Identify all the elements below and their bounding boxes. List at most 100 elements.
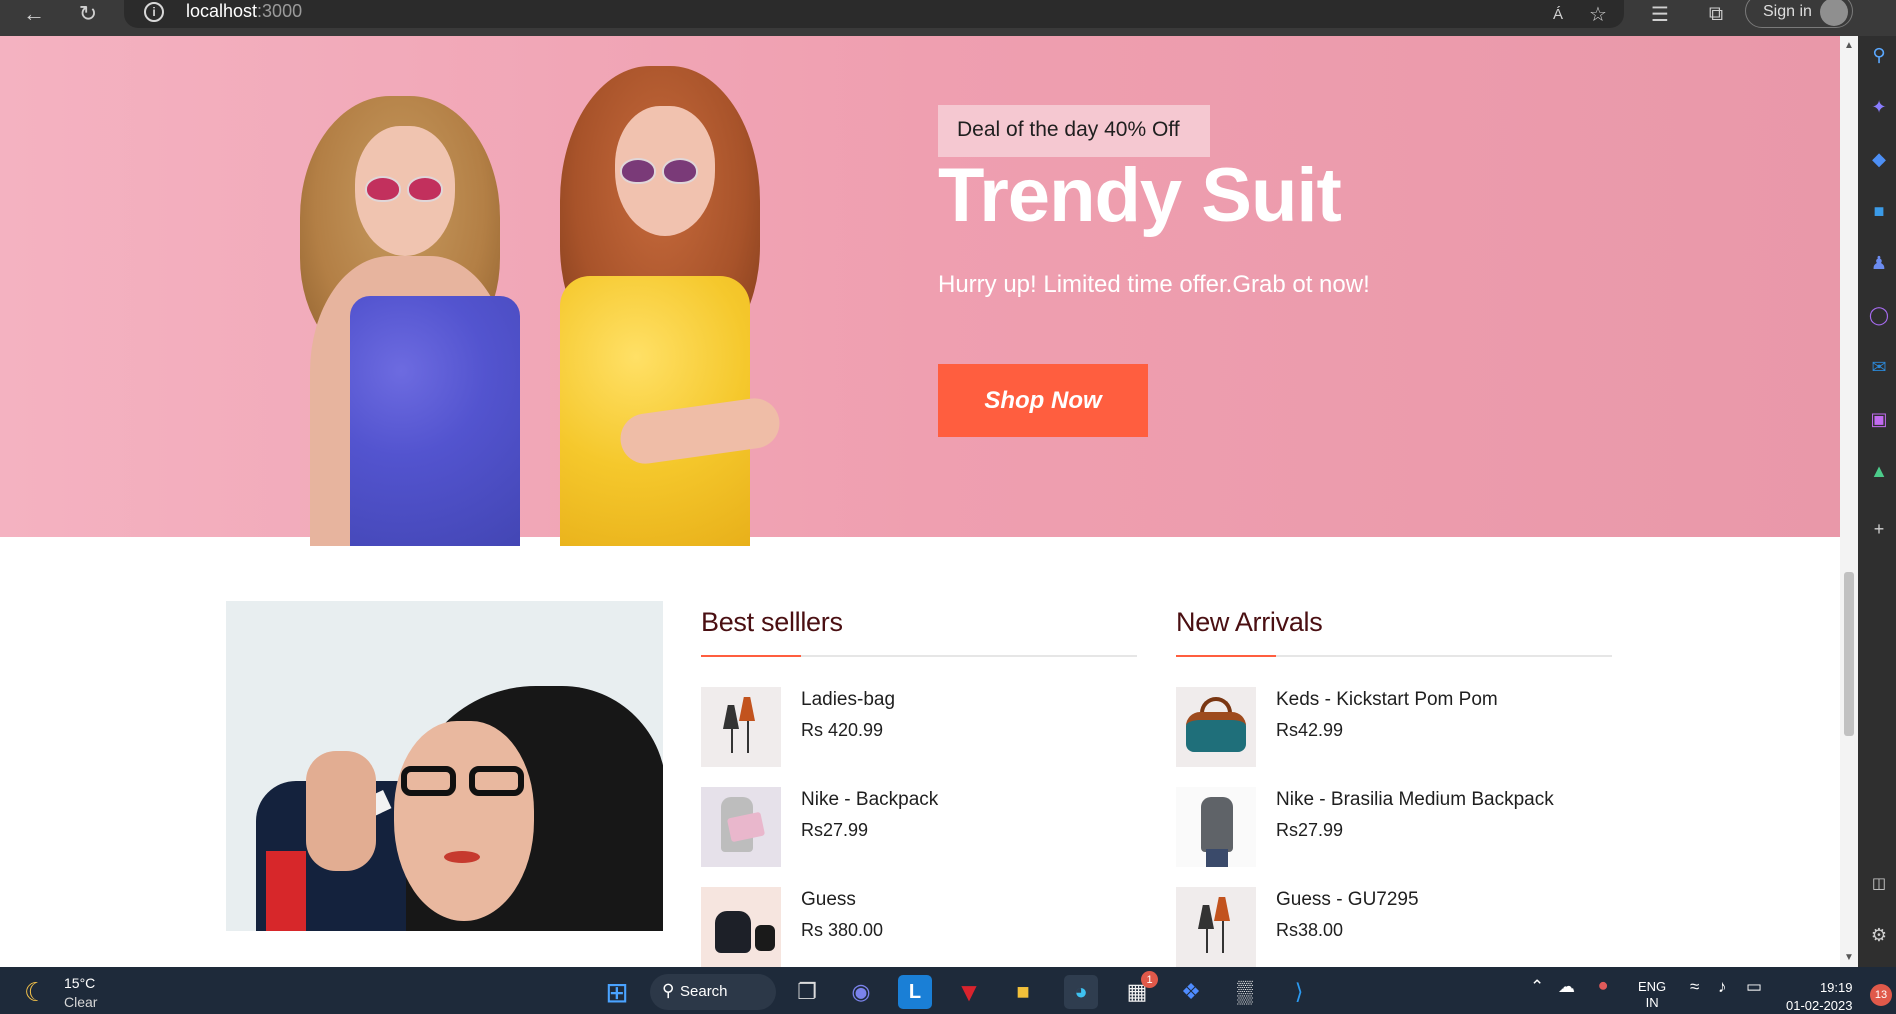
product-thumbnail[interactable] — [701, 787, 781, 867]
store-badge: 1 — [1141, 971, 1158, 988]
battery-icon[interactable]: ▭ — [1746, 977, 1762, 997]
search-icon: ⚲ — [662, 981, 675, 1000]
search-icon[interactable]: ⚲ — [1866, 42, 1892, 68]
chevron-up-icon[interactable]: ⌃ — [1530, 977, 1544, 997]
microphone-icon[interactable]: ⚫ — [1596, 977, 1610, 997]
hero-title: Trendy Suit — [938, 153, 1342, 238]
designer-icon[interactable]: ▣ — [1866, 406, 1892, 432]
settings-icon[interactable]: ⚙ — [1866, 922, 1892, 948]
promo-model-image — [226, 601, 663, 931]
file-explorer-icon[interactable]: ■ — [1006, 975, 1040, 1009]
weather-temperature: 15°C — [64, 975, 96, 991]
product-item[interactable]: Nike - Brasilia Medium Backpack Rs27.99 — [1176, 787, 1612, 887]
taskbar-search[interactable]: ⚲ Search — [650, 974, 776, 1010]
clock[interactable]: 19:19 01-02-2023 — [1786, 979, 1853, 1014]
product-thumbnail[interactable] — [701, 887, 781, 967]
best-sellers-section: Best selllers Ladies-bag Rs 420.99 Nike … — [701, 601, 1137, 967]
browser-toolbar: ← ↻ i localhost:3000 Á ☆ ☰ ⧉ Sign in — [0, 0, 1896, 36]
mcafee-icon[interactable]: ▼ — [952, 975, 986, 1009]
read-aloud-icon[interactable]: Á — [1540, 0, 1576, 28]
games-icon[interactable]: ♟ — [1866, 250, 1892, 276]
new-arrivals-title: New Arrivals — [1176, 607, 1323, 637]
product-item[interactable]: Guess Rs 380.00 — [701, 887, 1137, 967]
copilot-icon[interactable]: ✦ — [1866, 94, 1892, 120]
deal-badge: Deal of the day 40% Off — [938, 105, 1210, 157]
outlook-icon[interactable]: ✉ — [1866, 354, 1892, 380]
product-item[interactable]: Nike - Backpack Rs27.99 — [701, 787, 1137, 887]
scrollbar-thumb[interactable] — [1844, 572, 1854, 736]
tree-icon[interactable]: ▲ — [1866, 458, 1892, 484]
product-name[interactable]: Nike - Backpack — [801, 789, 938, 811]
product-price: Rs 420.99 — [801, 720, 884, 740]
url-host: localhost — [186, 1, 258, 21]
moon-icon: ☾ — [24, 977, 48, 1007]
product-name[interactable]: Nike - Brasilia Medium Backpack — [1276, 789, 1554, 811]
add-favorite-icon[interactable]: ☆ — [1580, 0, 1616, 28]
product-thumbnail[interactable] — [1176, 687, 1256, 767]
product-thumbnail[interactable] — [701, 687, 781, 767]
product-thumbnail[interactable] — [1176, 787, 1256, 867]
wifi-icon[interactable]: ≈ — [1690, 977, 1699, 997]
page-scrollbar[interactable]: ▲ ▼ — [1840, 36, 1858, 967]
favorites-icon[interactable]: ☰ — [1642, 0, 1678, 28]
split-screen-icon[interactable]: ◫ — [1866, 870, 1892, 896]
scroll-down-arrow-icon[interactable]: ▼ — [1844, 952, 1854, 963]
shopping-icon[interactable]: ◆ — [1866, 146, 1892, 172]
teams-icon[interactable]: ◉ — [844, 975, 878, 1009]
product-price: Rs 380.00 — [801, 920, 884, 940]
weather-widget[interactable]: ☾ 15°C Clear — [24, 975, 144, 1011]
sign-in-button[interactable]: Sign in — [1745, 0, 1853, 28]
best-sellers-title: Best selllers — [701, 607, 843, 637]
refresh-icon[interactable]: ↻ — [70, 0, 106, 28]
language-region: IN — [1645, 995, 1659, 1010]
start-icon[interactable]: ⊞ — [600, 975, 634, 1009]
back-icon[interactable]: ← — [16, 0, 52, 28]
profile-avatar-icon — [1820, 0, 1848, 26]
product-name[interactable]: Ladies-bag — [801, 689, 895, 711]
info-icon[interactable]: i — [144, 2, 164, 22]
product-name[interactable]: Guess — [801, 889, 856, 911]
collections-icon[interactable]: ⧉ — [1698, 0, 1734, 28]
language-code: ENG — [1638, 979, 1667, 994]
volume-icon[interactable]: ♪ — [1718, 977, 1727, 997]
edge-icon[interactable]: ◕ — [1064, 975, 1098, 1009]
tools-icon[interactable]: ■ — [1866, 198, 1892, 224]
add-icon[interactable]: + — [1866, 516, 1892, 542]
webex-icon[interactable]: ❖ — [1174, 975, 1208, 1009]
task-view-icon[interactable]: ❐ — [790, 975, 824, 1009]
taskbar-search-label: Search — [680, 983, 728, 1000]
terminal-icon[interactable]: ▒ — [1228, 975, 1262, 1009]
shop-now-button[interactable]: Shop Now — [938, 364, 1148, 437]
l-app-icon[interactable]: L — [898, 975, 932, 1009]
product-name[interactable]: Guess - GU7295 — [1276, 889, 1419, 911]
product-price: Rs38.00 — [1276, 920, 1344, 940]
best-sellers-divider — [701, 655, 1137, 657]
clock-date: 01-02-2023 — [1786, 998, 1853, 1013]
product-item[interactable]: Ladies-bag Rs 420.99 — [701, 687, 1137, 787]
product-item[interactable]: Keds - Kickstart Pom Pom Rs42.99 — [1176, 687, 1612, 787]
hero-banner: Deal of the day 40% Off Trendy Suit Hurr… — [0, 36, 1840, 546]
address-url[interactable]: localhost:3000 — [186, 1, 302, 22]
web-page: Deal of the day 40% Off Trendy Suit Hurr… — [0, 36, 1840, 967]
address-bar[interactable]: i localhost:3000 Á ☆ — [124, 0, 1624, 28]
language-indicator[interactable]: ENG IN — [1638, 979, 1666, 1011]
url-port: :3000 — [257, 1, 303, 21]
product-name[interactable]: Keds - Kickstart Pom Pom — [1276, 689, 1498, 711]
vscode-icon[interactable]: ⟩ — [1282, 975, 1316, 1009]
office-icon[interactable]: ◯ — [1866, 302, 1892, 328]
new-arrivals-divider — [1176, 655, 1612, 657]
new-arrivals-section: New Arrivals Keds - Kickstart Pom Pom Rs… — [1176, 601, 1612, 967]
weather-condition: Clear — [64, 994, 98, 1010]
onedrive-icon[interactable]: ☁ — [1558, 977, 1575, 997]
product-item[interactable]: Guess - GU7295 Rs38.00 — [1176, 887, 1612, 967]
notification-badge[interactable]: 13 — [1870, 984, 1892, 1006]
hero-subtitle: Hurry up! Limited time offer.Grab ot now… — [938, 271, 1370, 298]
product-price: Rs27.99 — [801, 820, 869, 840]
hero-models-image — [240, 66, 800, 546]
product-thumbnail[interactable] — [1176, 887, 1256, 967]
scroll-up-arrow-icon[interactable]: ▲ — [1844, 40, 1854, 51]
sign-in-label: Sign in — [1763, 3, 1812, 20]
taskbar: ☾ 15°C Clear ⊞ ⚲ Search ❐ ◉ L ▼ ■ ◕ ▦ 1 ❖… — [0, 967, 1896, 1014]
clock-time: 19:19 — [1819, 980, 1853, 995]
store-icon[interactable]: ▦ 1 — [1120, 971, 1158, 1009]
